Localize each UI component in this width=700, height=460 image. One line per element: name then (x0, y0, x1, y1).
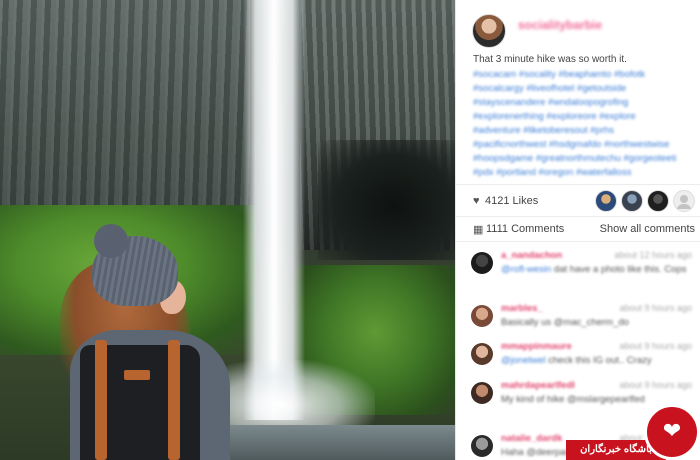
comment-time: about 9 hours ago (619, 303, 692, 313)
commenter-avatar[interactable] (471, 382, 493, 404)
comment-text: @jonetwel check this IG out.. Crazy (501, 354, 691, 367)
divider (456, 241, 700, 242)
watermark-logo-icon: ❤ (644, 404, 700, 460)
commenter-name[interactable]: mmappinmaure (501, 341, 572, 352)
author-username[interactable]: socialitybarbie (518, 18, 602, 32)
plunge-pool (200, 425, 455, 460)
divider (456, 216, 700, 217)
cave-shadow (318, 140, 455, 260)
backpack-strap-right (168, 340, 180, 460)
hashtag-line[interactable]: #pacificnorthwest #hsdgmafdo #northwestw… (473, 138, 695, 152)
comment-item: mmappinmaure about 9 hours ago @jonetwel… (471, 341, 696, 385)
hashtag-line[interactable]: #adventure #liketoberesout #prhs (473, 124, 695, 138)
commenter-name[interactable]: a_nandachon (501, 250, 562, 261)
comment-text: @rofl-wesin dat have a photo like this. … (501, 263, 691, 276)
comment-mention[interactable]: @jonetwel (501, 355, 546, 366)
backpack-buckle (124, 370, 150, 380)
hashtag-line[interactable]: #socacam #socality #beaphamto #bofotk (473, 68, 695, 82)
comment-item: a_nandachon about 12 hours ago @rofl-wes… (471, 250, 696, 294)
commenter-name[interactable]: mahrdapearlfedl (501, 380, 575, 391)
commenter-avatar[interactable] (471, 252, 493, 274)
hashtag-line[interactable]: #pdx #portland #oregon #waterfalloss (473, 166, 695, 180)
hashtag-line[interactable]: #explorenerthing #exploreore #explore (473, 110, 695, 124)
hashtag-line[interactable]: #hoopsdgame #greatnorthmutechu #gorgeote… (473, 152, 695, 166)
show-all-comments-link[interactable]: Show all comments (600, 223, 695, 235)
commenter-name[interactable]: natalie_dardk (501, 433, 562, 444)
waterfall (243, 0, 305, 420)
liker-avatar-default[interactable] (673, 190, 695, 212)
liker-avatar[interactable] (595, 190, 617, 212)
hashtag-line[interactable]: #socalcargy #liveofhotel #getoutside (473, 82, 695, 96)
commenter-avatar[interactable] (471, 435, 493, 457)
comment-body: check this IG out.. Crazy (545, 355, 652, 366)
likes-row: ♥ 4121 Likes (473, 190, 695, 214)
liker-avatar[interactable] (647, 190, 669, 212)
comments-count: 1111 Comments (486, 223, 565, 235)
commenter-avatar[interactable] (471, 305, 493, 327)
comment-time: about 9 hours ago (619, 341, 692, 351)
comment-time: about 12 hours ago (614, 250, 692, 260)
commenter-avatar[interactable] (471, 343, 493, 365)
comment-text: Basically us @mac_cherm_do (501, 316, 691, 329)
hashtag-line[interactable]: #stayscenandere #wndaloopogrofing (473, 96, 695, 110)
comment-body: My kind of hike @mslargepearlfed (501, 394, 645, 405)
post-photo[interactable] (0, 0, 455, 460)
comment-mention[interactable]: @rofl-wesin (501, 264, 551, 275)
user-placeholder-icon (677, 195, 691, 209)
post-header: socialitybarbie (472, 14, 692, 48)
likes-count[interactable]: 4121 Likes (485, 195, 538, 207)
post-sidebar: socialitybarbie That 3 minute hike was s… (455, 0, 700, 460)
beanie-pompom (94, 224, 128, 258)
comment-bubble-icon: ▦ (473, 224, 484, 236)
comment-text: My kind of hike @mslargepearlfed (501, 393, 691, 406)
liker-avatar[interactable] (621, 190, 643, 212)
comment-body: dat have a photo like this. Cops (551, 264, 687, 275)
author-avatar[interactable] (472, 14, 506, 48)
comment-body: Basically us @mac_cherm_do (501, 317, 629, 328)
post-caption: That 3 minute hike was so worth it. (473, 54, 627, 65)
backpack-strap-left (95, 340, 107, 460)
likers-avatars (595, 190, 695, 212)
comment-time: about 9 hours ago (619, 380, 692, 390)
comments-bar: ▦ 1111 Comments Show all comments (473, 222, 695, 238)
commenter-name[interactable]: marbles_ (501, 303, 543, 314)
comment-body: Haha @deerpark (501, 447, 574, 458)
heart-icon[interactable]: ♥ (473, 195, 480, 207)
hashtag-block: #socacam #socality #beaphamto #bofotk #s… (473, 68, 695, 180)
divider (456, 184, 700, 185)
